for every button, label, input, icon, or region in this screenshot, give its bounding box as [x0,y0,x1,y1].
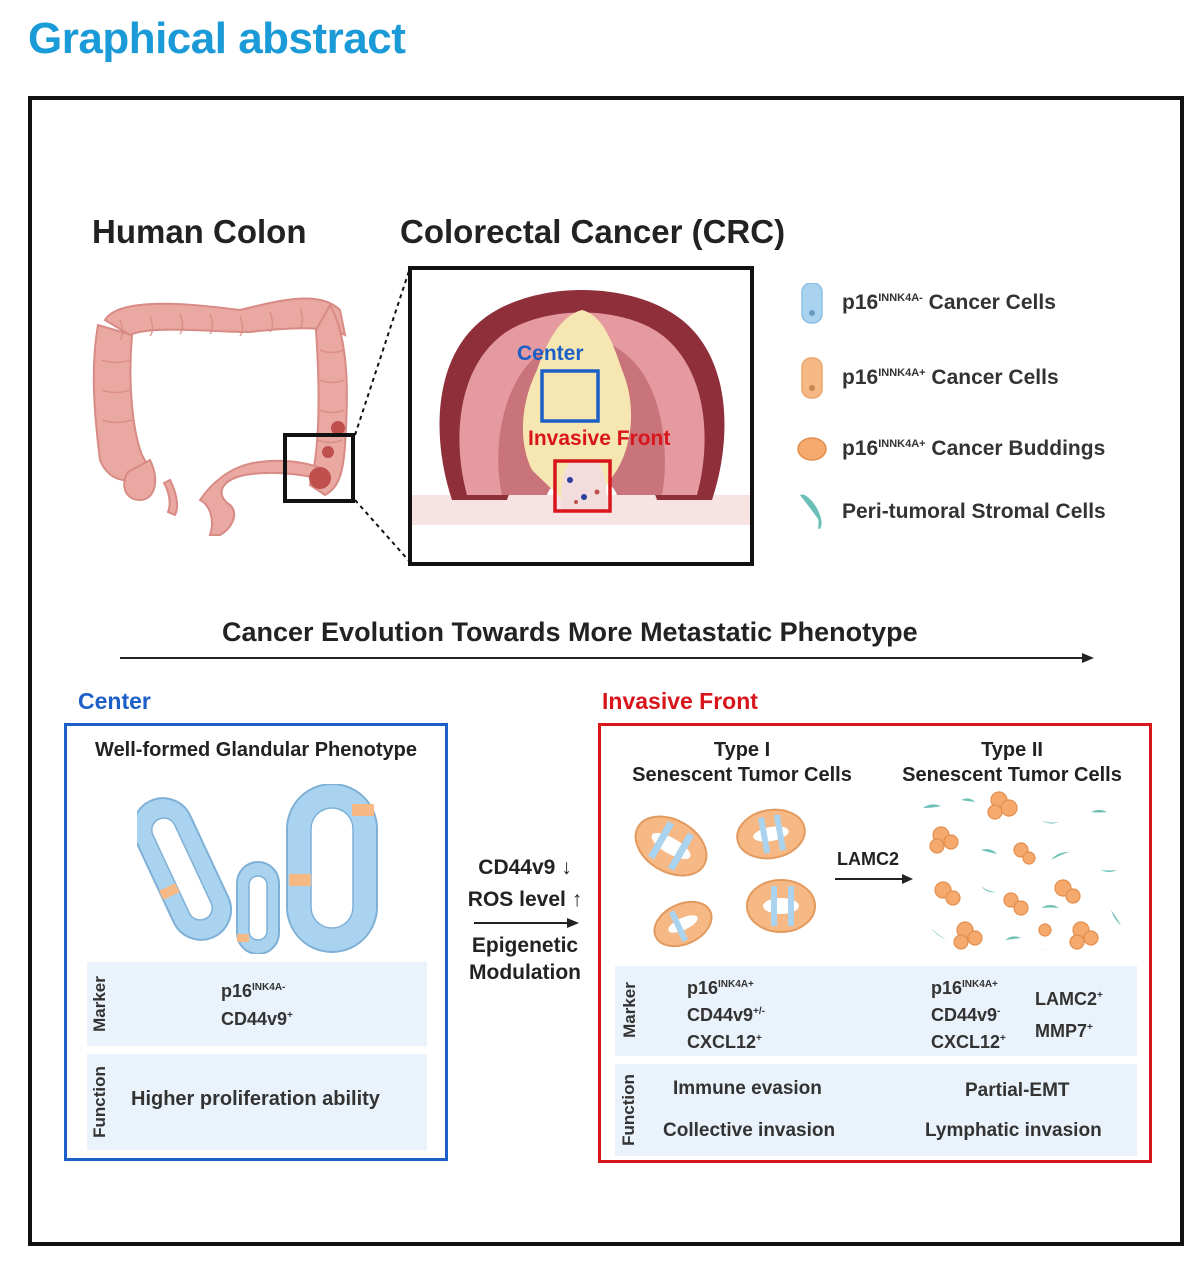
type2-marker-5: MMP7+ [1035,1021,1093,1041]
inset-front-label: Invasive Front [528,427,671,450]
middle-arrow [474,918,579,928]
front-marker-label: Marker [620,982,639,1038]
cancer-cell-positive-icon [801,357,823,399]
center-marker-2: CD44v9+ [221,1009,293,1029]
center-function-label: Function [90,1066,109,1138]
middle-modulation: Modulation [469,961,581,984]
page-heading: Graphical abstract [28,14,406,63]
center-section-label: Center [78,688,151,714]
inset-center-label: Center [517,342,584,365]
center-marker-panel: Marker p16INK4A- CD44v9+ [87,962,427,1046]
type1-function-2: Collective invasion [663,1120,836,1141]
type2-marker-3: CXCL12+ [931,1032,1006,1052]
front-marker-panel: Marker p16INK4A+ CD44v9+/- CXCL12+ p16IN… [615,966,1137,1056]
center-marker-label: Marker [90,976,109,1032]
type2-heading: Type II Senescent Tumor Cells [902,739,1122,786]
middle-ros-line: ROS level ↑ [467,888,583,911]
center-function-text: Higher proliferation ability [131,1088,380,1110]
legend-item-4: Peri-tumoral Stromal Cells [842,500,1106,523]
tumor-illustration [412,290,750,525]
front-function-label: Function [619,1074,638,1146]
legend-item-1: p16INNK4A- Cancer Cells [842,291,1056,314]
evolution-arrow [120,653,1094,663]
legend-item-3: p16INNK4A+ Cancer Buddings [842,437,1106,460]
type1-heading: Type I Senescent Tumor Cells [632,739,852,786]
colon-illustration [92,297,355,536]
type2-function-2: Lymphatic invasion [925,1120,1102,1141]
lamc2-arrow [835,874,913,884]
cancer-cell-negative-icon [801,283,823,324]
type2-dispersed-cells [923,791,1121,951]
center-function-panel: Function Higher proliferation ability [87,1054,427,1150]
evolution-title: Cancer Evolution Towards More Metastatic… [222,617,918,647]
legend-item-2: p16INNK4A+ Cancer Cells [842,366,1059,389]
cancer-budding-icon [797,437,827,461]
type1-marker-3: CXCL12+ [687,1032,762,1052]
lamc2-arrow-label: LAMC2 [837,849,899,869]
crc-title: Colorectal Cancer (CRC) [400,213,786,250]
type2-marker-4: LAMC2+ [1035,989,1103,1009]
stromal-cell-icon [800,494,822,529]
type1-clusters [634,808,816,948]
human-colon-title: Human Colon [92,213,307,250]
center-box: Well-formed Glandular Phenotype Marker p… [64,723,448,1161]
glandular-illustration [137,784,378,954]
front-box: Type I Senescent Tumor Cells Type II Senes… [598,723,1152,1163]
middle-epigenetic: Epigenetic [471,934,579,957]
center-subtitle: Well-formed Glandular Phenotype [95,739,417,761]
type2-function-1: Partial-EMT [965,1080,1070,1101]
center-marker-1: p16INK4A- [221,981,286,1001]
type1-function-1: Immune evasion [673,1078,822,1099]
middle-cd44-line: CD44v9 ↓ [478,856,572,879]
legend-icons [797,283,827,529]
crc-inset: Center Invasive Front [408,266,754,566]
front-function-panel: Function Immune evasion Collective invas… [615,1064,1137,1156]
front-section-label: Invasive Front [602,688,758,714]
